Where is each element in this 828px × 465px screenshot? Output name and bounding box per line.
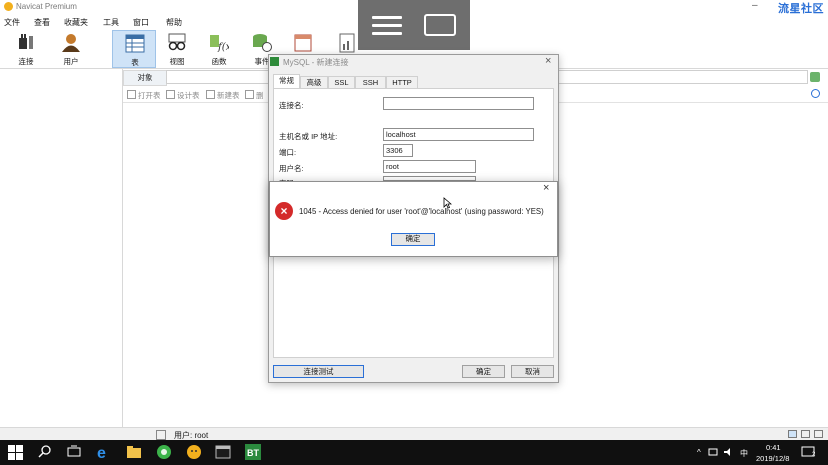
keyboard-icon[interactable] xyxy=(424,14,456,36)
function-icon: f(x) xyxy=(210,35,229,52)
plug-icon xyxy=(19,34,33,49)
toolbar-user-button[interactable]: 用户 xyxy=(49,30,93,68)
dialog-title: MySQL - 新建连接 xyxy=(283,58,349,67)
search-taskbar-icon[interactable] xyxy=(37,444,53,460)
toolbar-table-button[interactable]: 表 xyxy=(112,30,156,68)
connection-tree-pane[interactable] xyxy=(0,69,123,427)
error-icon: × xyxy=(275,202,293,220)
notification-count: 2 xyxy=(812,452,816,458)
error-ok-button[interactable]: 确定 xyxy=(391,233,435,246)
report-icon[interactable] xyxy=(294,33,314,53)
new-table-icon xyxy=(206,90,215,99)
menu-view[interactable]: 查看 xyxy=(34,17,50,28)
view-glasses-icon xyxy=(168,33,186,51)
grid-view-icon[interactable] xyxy=(788,430,797,438)
ok-button[interactable]: 确定 xyxy=(462,365,505,378)
chart-doc-icon[interactable] xyxy=(339,33,355,53)
volume-icon[interactable] xyxy=(723,447,733,457)
connection-status-icon xyxy=(156,430,166,440)
new-table-button[interactable]: 新建表 xyxy=(206,90,240,101)
delete-table-icon xyxy=(245,90,254,99)
port-field[interactable]: 3306 xyxy=(383,144,413,157)
app-title: Navicat Premium xyxy=(16,2,77,11)
test-connection-button[interactable]: 连接测试 xyxy=(273,365,364,378)
design-table-icon xyxy=(166,90,175,99)
user-icon xyxy=(62,34,80,52)
toolbar-connect-button[interactable]: 连接 xyxy=(4,30,48,68)
connection-name-field[interactable] xyxy=(383,97,534,110)
tab-http[interactable]: HTTP xyxy=(386,76,418,88)
menu-file[interactable]: 文件 xyxy=(4,17,20,28)
cancel-button[interactable]: 取消 xyxy=(511,365,554,378)
delete-table-button[interactable]: 删 xyxy=(245,90,264,101)
tab-ssh[interactable]: SSH xyxy=(355,76,386,88)
error-message: 1045 - Access denied for user 'root'@'lo… xyxy=(299,207,544,216)
minimize-button[interactable]: – xyxy=(752,0,758,11)
tray-expand-icon[interactable]: ^ xyxy=(697,448,701,457)
ime-indicator[interactable]: 中 xyxy=(740,448,748,459)
username-label: 用户名: xyxy=(279,164,304,173)
menu-favorites[interactable]: 收藏夹 xyxy=(64,17,88,28)
toolbar-function-button[interactable]: f(x) 函数 xyxy=(197,30,241,68)
error-close-icon[interactable]: × xyxy=(543,182,549,194)
windows-start-icon[interactable] xyxy=(8,444,24,460)
open-table-button[interactable]: 打开表 xyxy=(127,90,161,101)
mysql-icon xyxy=(270,57,279,66)
menu-tools[interactable]: 工具 xyxy=(103,17,119,28)
detail-view-icon[interactable] xyxy=(814,430,823,438)
navicat-taskbar-icon[interactable] xyxy=(186,444,202,460)
list-view-icon[interactable] xyxy=(801,430,810,438)
edge-browser-icon[interactable]: e xyxy=(96,444,112,460)
file-explorer-icon[interactable] xyxy=(126,444,142,460)
browser-360-icon[interactable] xyxy=(156,444,172,460)
clock-date[interactable]: 2019/12/8 xyxy=(756,454,789,463)
tab-advanced[interactable]: 高级 xyxy=(300,76,328,88)
navicat-logo-icon xyxy=(4,2,13,11)
brand-watermark: 流星社区 xyxy=(778,3,824,15)
taskbar xyxy=(0,440,828,465)
event-icon xyxy=(253,34,272,52)
svg-text:e: e xyxy=(97,445,106,460)
mouse-cursor-icon xyxy=(443,197,452,209)
search-icon[interactable] xyxy=(811,89,820,98)
refresh-icon[interactable] xyxy=(810,72,820,82)
close-icon[interactable]: × xyxy=(545,55,551,67)
menu-window[interactable]: 窗口 xyxy=(133,17,149,28)
bt-panel-icon[interactable]: BT xyxy=(245,444,261,460)
connection-name-label: 连接名: xyxy=(279,101,304,110)
svg-text:BT: BT xyxy=(247,448,259,458)
task-view-icon[interactable] xyxy=(66,444,82,460)
cmd-terminal-icon[interactable] xyxy=(215,444,231,460)
toolbar-view-button[interactable]: 视图 xyxy=(155,30,199,68)
svg-text:f(x): f(x) xyxy=(217,42,229,52)
table-icon xyxy=(125,34,145,53)
tab-general[interactable]: 常规 xyxy=(273,74,300,88)
host-label: 主机名或 IP 地址: xyxy=(279,132,338,141)
menu-help[interactable]: 帮助 xyxy=(166,17,182,28)
hamburger-menu-icon[interactable] xyxy=(372,16,402,36)
network-icon[interactable] xyxy=(708,447,718,457)
port-label: 端口: xyxy=(279,148,297,157)
tab-objects[interactable]: 对象 xyxy=(123,70,167,86)
open-table-icon xyxy=(127,90,136,99)
username-field[interactable]: root xyxy=(383,160,476,173)
design-table-button[interactable]: 设计表 xyxy=(166,90,200,101)
clock-time[interactable]: 0:41 xyxy=(766,443,781,452)
tab-ssl[interactable]: SSL xyxy=(328,76,355,88)
host-field[interactable]: localhost xyxy=(383,128,534,141)
status-bar xyxy=(0,427,828,441)
